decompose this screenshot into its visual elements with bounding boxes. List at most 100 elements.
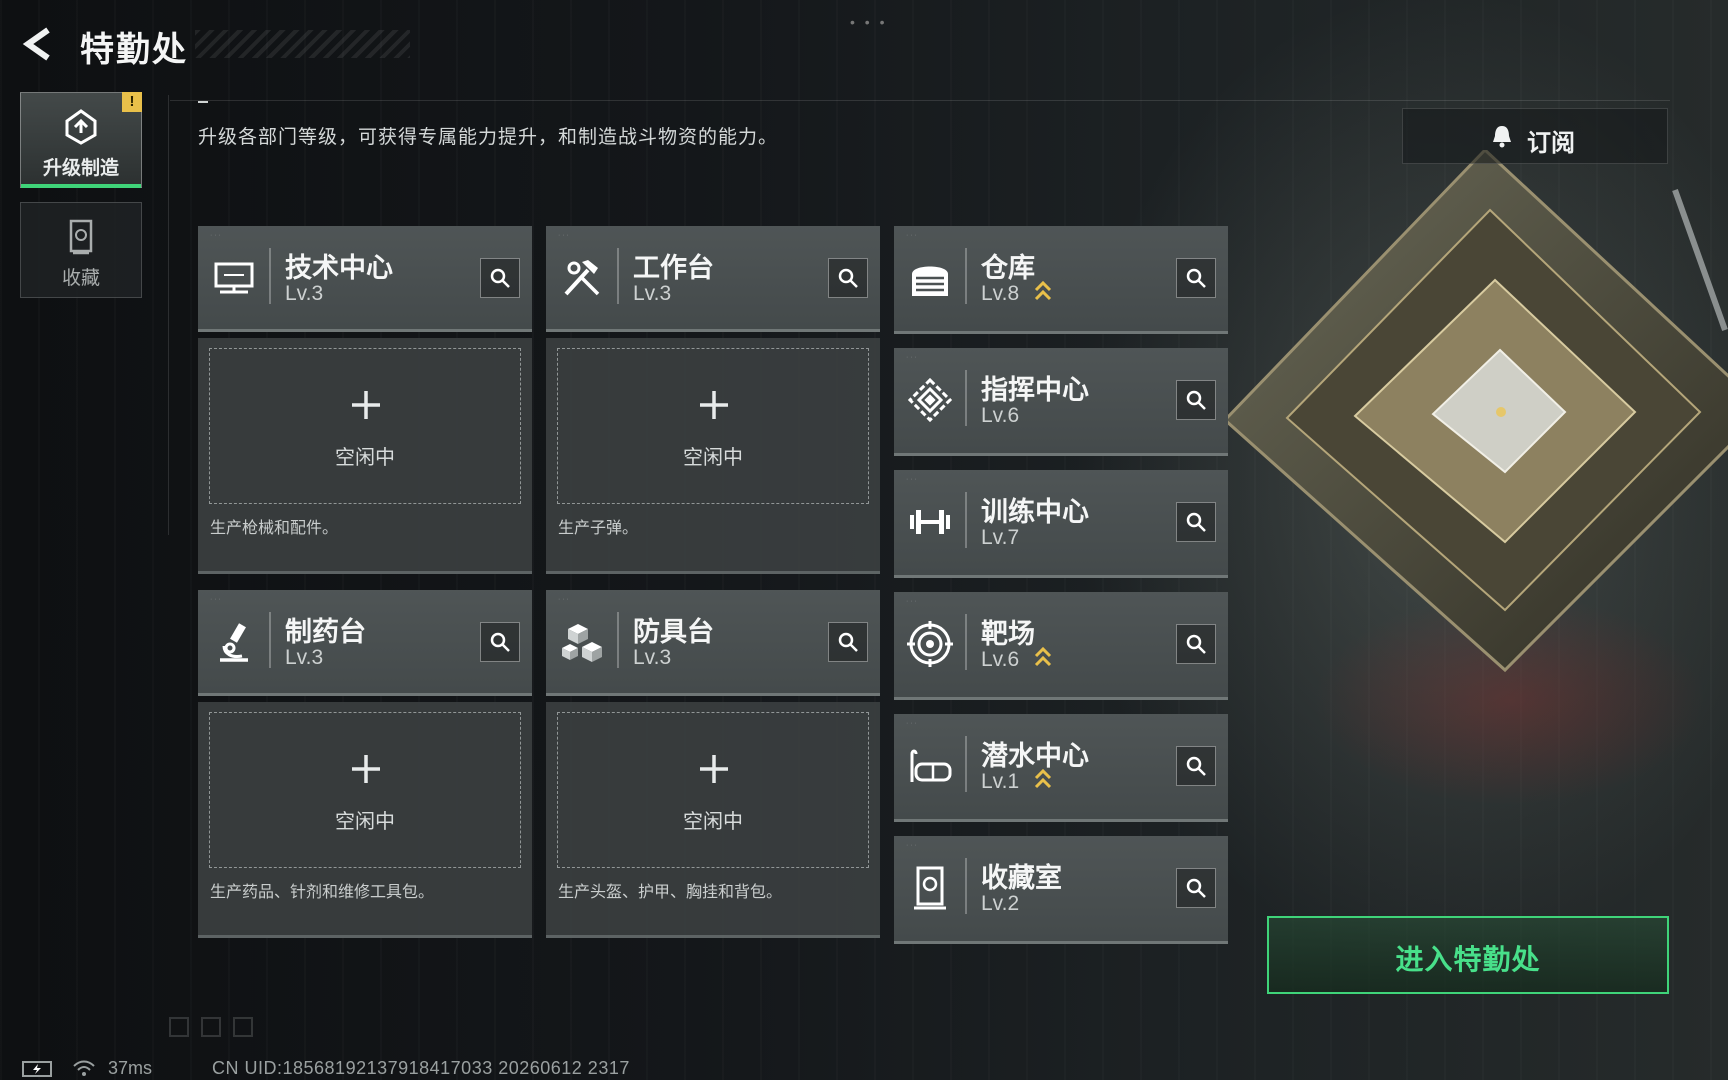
collection-cabinet-icon: [914, 866, 946, 910]
facility-card-warehouse[interactable]: · · · 仓库 Lv.8: [894, 226, 1228, 334]
card-separator: [965, 248, 967, 304]
search-icon: [838, 268, 858, 288]
user-uid: CN UID:18568192137918417033 20260612 231…: [212, 1058, 630, 1078]
search-icon: [1186, 512, 1206, 532]
facility-name: 指挥中心: [981, 375, 1089, 405]
nav-label: 升级制造: [42, 158, 119, 179]
battery-icon: [22, 1061, 52, 1077]
facility-level: Lv.6: [981, 404, 1020, 427]
monitor-icon: [214, 262, 254, 294]
page-title: 特勤处: [80, 31, 188, 69]
inspect-button[interactable]: [1176, 624, 1216, 664]
add-production-slot[interactable]: 空闲中: [557, 712, 869, 868]
facility-card-pharmacy[interactable]: · · · 制药台 Lv.3: [198, 590, 532, 696]
production-slot-panel: 空闲中 生产子弹。: [546, 338, 880, 574]
production-description: 生产头盔、护甲、胸挂和背包。: [558, 884, 783, 901]
add-production-slot[interactable]: 空闲中: [557, 348, 869, 504]
inspect-button[interactable]: [1176, 746, 1216, 786]
nav-label: 收藏: [61, 268, 100, 289]
left-divider: [168, 95, 169, 535]
plus-icon: [700, 391, 728, 419]
search-icon: [1186, 268, 1206, 288]
enter-special-ops-button[interactable]: 进入特勤处: [1267, 916, 1669, 994]
card-separator: [965, 858, 967, 914]
nav-upgrade-manufacture[interactable]: ! 升级制造: [20, 92, 142, 188]
facility-level: Lv.7: [981, 526, 1020, 549]
slot-status: 空闲中: [335, 447, 395, 469]
inspect-button[interactable]: [480, 258, 520, 298]
card-mini-label: · · ·: [906, 842, 917, 849]
facility-card-diving-center[interactable]: · · · 潜水中心 Lv.1: [894, 714, 1228, 822]
nav-collection[interactable]: 收藏: [20, 202, 142, 298]
facility-card-tech-center[interactable]: · · · 技术中心 Lv.3: [198, 226, 532, 332]
search-icon: [1186, 634, 1206, 654]
card-separator: [617, 612, 619, 668]
top-dots-decoration: • • •: [850, 14, 888, 30]
title-stripe-decoration: [195, 30, 410, 58]
inspect-button[interactable]: [828, 622, 868, 662]
production-description: 生产药品、针剂和维修工具包。: [210, 884, 435, 901]
facility-card-collection-room[interactable]: · · · 收藏室 Lv.2: [894, 836, 1228, 944]
add-production-slot[interactable]: 空闲中: [209, 348, 521, 504]
facility-level: Lv.3: [633, 282, 672, 305]
dumbbell-icon: [910, 510, 950, 534]
add-production-slot[interactable]: 空闲中: [209, 712, 521, 868]
inspect-button[interactable]: [480, 622, 520, 662]
search-icon: [1186, 390, 1206, 410]
armor-blocks-icon: [562, 624, 602, 662]
facility-level: Lv.2: [981, 892, 1020, 915]
card-mini-label: · · ·: [906, 598, 917, 605]
facility-level: Lv.3: [285, 646, 324, 669]
facility-card-workbench[interactable]: · · · 工作台 Lv.3: [546, 226, 880, 332]
card-mini-label: · · ·: [906, 476, 917, 483]
facility-card-training-center[interactable]: · · · 训练中心 Lv.7: [894, 470, 1228, 578]
search-icon: [838, 632, 858, 652]
facility-card-armor-bench[interactable]: · · · 防具台 Lv.3: [546, 590, 880, 696]
warehouse-icon: [912, 266, 948, 296]
production-slot-panel: 空闲中 生产枪械和配件。: [198, 338, 532, 574]
slot-status: 空闲中: [683, 811, 743, 833]
facility-card-command-center[interactable]: · · · 指挥中心 Lv.6: [894, 348, 1228, 456]
facility-level: Lv.6: [981, 648, 1020, 671]
facility-name: 制药台: [285, 617, 366, 647]
facility-name: 收藏室: [981, 863, 1062, 893]
upgrade-available-icon: [1034, 646, 1052, 667]
inspect-button[interactable]: [1176, 258, 1216, 298]
subscribe-button[interactable]: 订阅: [1402, 108, 1668, 164]
search-icon: [1186, 756, 1206, 776]
page-description: 升级各部门等级，可获得专属能力提升，和制造战斗物资的能力。: [198, 127, 779, 148]
header-divider: [170, 100, 1670, 101]
facility-level: Lv.3: [285, 282, 324, 305]
microscope-icon: [220, 623, 248, 662]
inspect-button[interactable]: [828, 258, 868, 298]
plus-icon: [352, 391, 380, 419]
facility-name: 仓库: [981, 253, 1035, 283]
card-mini-label: · · ·: [906, 354, 917, 361]
card-mini-label: · · ·: [558, 232, 569, 239]
facility-card-shooting-range[interactable]: · · · 靶场 Lv.6: [894, 592, 1228, 700]
subscribe-label: 订阅: [1527, 130, 1575, 157]
card-separator: [965, 492, 967, 548]
inspect-button[interactable]: [1176, 380, 1216, 420]
inspect-button[interactable]: [1176, 502, 1216, 542]
inspect-button[interactable]: [1176, 868, 1216, 908]
card-mini-label: · · ·: [558, 596, 569, 603]
hammer-wrench-icon: [564, 260, 600, 296]
card-mini-label: · · ·: [210, 596, 221, 603]
status-bar: 37ms CN UID:18568192137918417033 2026061…: [0, 1052, 1728, 1080]
enter-button-label: 进入特勤处: [1395, 944, 1541, 975]
back-button[interactable]: [18, 24, 58, 64]
bell-icon: [1493, 126, 1511, 148]
command-diamond-icon: [907, 377, 953, 423]
facility-name: 工作台: [633, 253, 714, 283]
facility-name: 训练中心: [981, 497, 1089, 527]
card-mini-label: · · ·: [906, 232, 917, 239]
header-tick-decoration: [198, 101, 208, 103]
search-icon: [490, 268, 510, 288]
diving-mask-icon: [910, 749, 952, 782]
collection-cabinet-icon: [69, 219, 93, 255]
card-mini-label: · · ·: [906, 720, 917, 727]
card-separator: [617, 248, 619, 304]
search-icon: [490, 632, 510, 652]
upgrade-available-icon: [1034, 280, 1052, 301]
